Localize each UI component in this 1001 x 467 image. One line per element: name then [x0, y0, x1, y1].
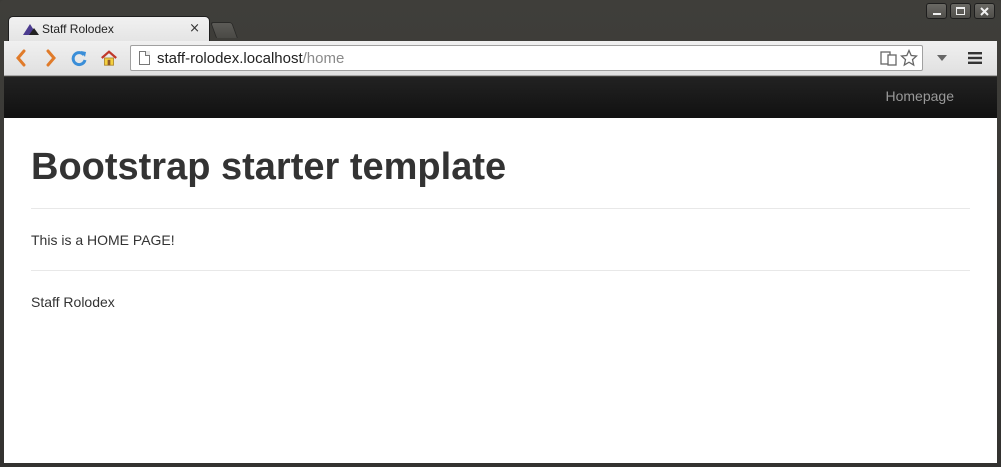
main-container: Bootstrap starter template This is a HOM…	[4, 118, 997, 310]
menu-icon[interactable]	[966, 49, 984, 67]
close-icon	[980, 6, 989, 16]
window-controls	[926, 3, 995, 19]
star-icon[interactable]	[899, 48, 919, 71]
address-bar[interactable]: staff-rolodex.localhost/home	[130, 45, 923, 71]
browser-toolbar: staff-rolodex.localhost/home	[4, 41, 997, 76]
page-icon	[139, 51, 150, 65]
url-text[interactable]: staff-rolodex.localhost/home	[157, 50, 344, 67]
page-title: Bootstrap starter template	[31, 146, 507, 188]
tab-title: Staff Rolodex	[42, 22, 114, 36]
reader-mode-icon[interactable]	[880, 49, 898, 71]
chevron-down-icon[interactable]	[933, 49, 951, 67]
page-viewport: Homepage Bootstrap starter template This…	[4, 77, 997, 463]
favicon-icon	[23, 24, 37, 35]
close-window-button[interactable]	[974, 3, 995, 19]
minimize-button[interactable]	[926, 3, 947, 19]
forward-arrow-icon[interactable]	[42, 49, 60, 67]
home-icon[interactable]	[100, 49, 118, 67]
body-text: This is a HOME PAGE!	[31, 209, 970, 271]
address-bar-actions	[880, 48, 919, 71]
url-path: /home	[302, 50, 345, 67]
reload-icon[interactable]	[70, 49, 88, 67]
browser-tab[interactable]: Staff Rolodex ×	[8, 16, 210, 42]
top-navbar: Homepage	[4, 77, 997, 118]
back-arrow-icon[interactable]	[12, 49, 30, 67]
new-tab-button[interactable]	[210, 22, 238, 38]
maximize-button[interactable]	[950, 3, 971, 19]
url-host: staff-rolodex.localhost	[157, 50, 303, 67]
footer-text: Staff Rolodex	[31, 294, 115, 310]
maximize-icon	[956, 7, 965, 15]
minimize-icon	[932, 12, 941, 15]
page-header: Bootstrap starter template	[31, 118, 970, 209]
browser-window: Staff Rolodex × staff-rolodex.localhost/…	[0, 0, 1001, 467]
nav-link-homepage[interactable]: Homepage	[886, 88, 955, 104]
tab-close-icon[interactable]: ×	[189, 21, 200, 36]
